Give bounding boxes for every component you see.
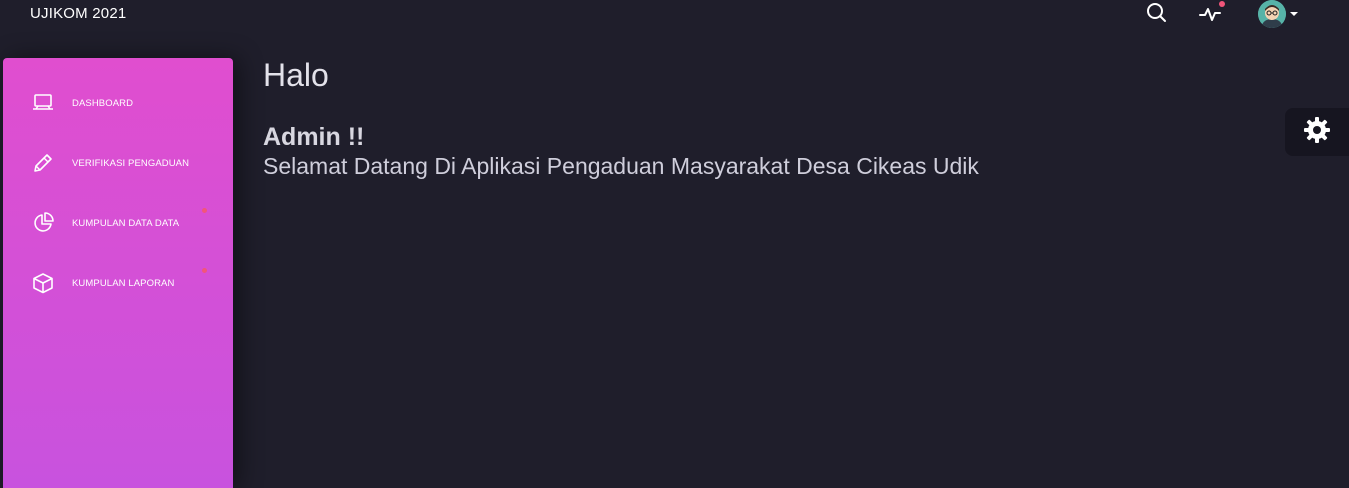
pencil-icon <box>31 151 55 175</box>
search-icon <box>1145 1 1167 28</box>
sidebar-item-label: KUMPULAN LAPORAN <box>72 277 175 289</box>
notifications-button[interactable] <box>1197 0 1225 28</box>
box-icon <box>31 271 55 295</box>
sidebar-item-dashboard[interactable]: DASHBOARD <box>3 83 233 123</box>
notification-dot <box>1219 1 1225 7</box>
welcome-message: Selamat Datang Di Aplikasi Pengaduan Mas… <box>263 153 979 179</box>
pie-chart-icon <box>31 211 55 235</box>
settings-button[interactable] <box>1285 108 1349 156</box>
sidebar-item-label: DASHBOARD <box>72 97 134 109</box>
top-navbar: UJIKOM 2021 <box>0 0 1349 30</box>
sidebar-item-label: VERIFIKASI PENGADUAN <box>72 157 190 169</box>
page-title: Halo <box>263 57 329 93</box>
search-button[interactable] <box>1143 0 1169 28</box>
activity-icon <box>1199 1 1225 24</box>
sidebar-item-kumpulan-laporan[interactable]: KUMPULAN LAPORAN <box>3 263 233 303</box>
notification-dot <box>202 208 207 213</box>
sidebar-item-verifikasi-pengaduan[interactable]: VERIFIKASI PENGADUAN <box>3 143 233 183</box>
main-content: Halo Admin !! Selamat Datang Di Aplikasi… <box>263 56 1263 180</box>
sidebar: DASHBOARD VERIFIKASI PENGADUAN KUMPULAN … <box>3 58 233 488</box>
user-menu-button[interactable] <box>1254 0 1302 28</box>
sidebar-item-label: KUMPULAN DATA DATA <box>72 217 180 229</box>
laptop-icon <box>31 91 55 115</box>
notification-dot <box>202 268 207 273</box>
brand-title[interactable]: UJIKOM 2021 <box>30 5 126 22</box>
gear-icon <box>1303 116 1331 149</box>
chevron-down-icon <box>1290 12 1298 16</box>
sidebar-item-kumpulan-data-data[interactable]: KUMPULAN DATA DATA <box>3 203 233 243</box>
avatar <box>1258 0 1286 28</box>
user-name: Admin !! <box>263 123 365 151</box>
